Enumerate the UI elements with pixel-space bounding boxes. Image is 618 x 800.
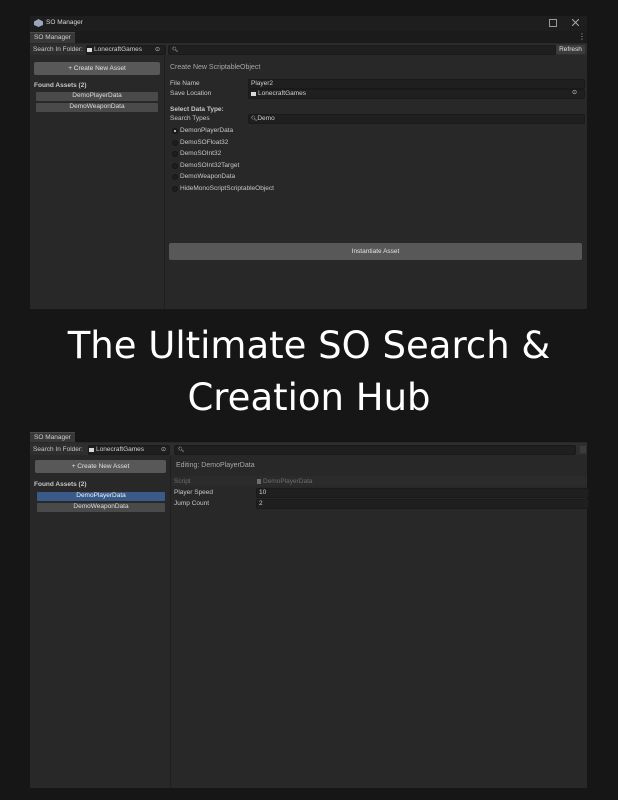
type-option-label: DemoSOInt32Target bbox=[180, 161, 240, 169]
search-icon: 🔍︎ bbox=[172, 47, 179, 53]
search-input[interactable]: 🔍︎ bbox=[174, 445, 576, 455]
search-folder-label: Search In Folder: bbox=[33, 46, 83, 53]
search-icon: 🔍︎ bbox=[178, 447, 185, 453]
folder-value: LonecraftGames bbox=[94, 46, 143, 53]
found-assets-label: Found Assets (2) bbox=[34, 82, 87, 89]
folder-value: LonecraftGames bbox=[96, 446, 145, 453]
so-manager-window-edit: Search In Folder: LonecraftGames ⊙ 🔍︎ + … bbox=[30, 442, 589, 788]
asset-item[interactable]: DemoPlayerData bbox=[36, 92, 158, 101]
so-manager-window-create: SO Manager SO Manager ⋮ Search In Folder… bbox=[30, 16, 587, 309]
property-row: Jump Count 2 bbox=[172, 498, 589, 509]
asset-item[interactable]: DemoWeaponData bbox=[36, 103, 158, 112]
save-location-label: Save Location bbox=[170, 90, 212, 97]
type-option[interactable]: DemonPlayerData bbox=[172, 127, 472, 136]
file-name-input[interactable]: Player2 bbox=[248, 79, 585, 89]
type-option[interactable]: DemoSOInt32 bbox=[172, 150, 472, 159]
asset-item-selected[interactable]: DemoPlayerData bbox=[37, 492, 165, 501]
create-new-asset-button[interactable]: + Create New Asset bbox=[34, 62, 160, 75]
unity-icon bbox=[34, 19, 43, 27]
search-folder-label: Search In Folder: bbox=[33, 446, 83, 453]
type-option[interactable]: DemoSOInt32Target bbox=[172, 162, 472, 171]
select-data-type-label: Select Data Type: bbox=[170, 106, 224, 113]
instantiate-asset-button[interactable]: Instantiate Asset bbox=[169, 243, 582, 260]
asset-item[interactable]: DemoWeaponData bbox=[37, 503, 165, 512]
folder-field[interactable]: LonecraftGames bbox=[86, 45, 166, 55]
type-option-label: DemoSOInt32 bbox=[180, 150, 222, 158]
tab-strip-2: SO Manager bbox=[30, 432, 587, 442]
target-icon[interactable]: ⊙ bbox=[572, 89, 577, 96]
player-speed-input[interactable]: 10 bbox=[256, 488, 589, 498]
refresh-button[interactable] bbox=[580, 446, 586, 453]
jump-count-input[interactable]: 2 bbox=[256, 499, 589, 509]
found-assets-label: Found Assets (2) bbox=[34, 481, 87, 488]
tab-strip: SO Manager ⋮ bbox=[30, 31, 587, 43]
maximize-icon[interactable] bbox=[549, 19, 557, 27]
panel-divider bbox=[170, 456, 171, 788]
search-types-input[interactable]: 🔍︎Demo bbox=[248, 114, 585, 124]
folder-icon bbox=[87, 47, 92, 52]
target-icon[interactable]: ⊙ bbox=[155, 46, 160, 53]
player-speed-label: Player Speed bbox=[174, 489, 214, 496]
more-options-icon[interactable]: ⋮ bbox=[578, 33, 586, 41]
script-label: Script bbox=[174, 478, 191, 485]
script-value: DemoPlayerData bbox=[257, 478, 313, 485]
type-option-label: DemoWeaponData bbox=[180, 173, 236, 181]
toolbar: Search In Folder: LonecraftGames ⊙ 🔍︎ Re… bbox=[30, 44, 587, 55]
refresh-button[interactable]: Refresh bbox=[556, 45, 585, 54]
toolbar: Search In Folder: LonecraftGames ⊙ 🔍︎ bbox=[30, 443, 587, 455]
title-bar: SO Manager bbox=[30, 16, 587, 31]
save-location-value: LonecraftGames bbox=[258, 90, 307, 97]
file-name-label: File Name bbox=[170, 80, 200, 87]
type-option[interactable]: HideMonoScriptScriptableObject bbox=[172, 185, 472, 194]
jump-count-label: Jump Count bbox=[174, 500, 210, 507]
type-option-label: DemonPlayerData bbox=[180, 127, 234, 134]
property-row: Script DemoPlayerData bbox=[172, 476, 587, 486]
tab-so-manager[interactable]: SO Manager bbox=[30, 432, 75, 442]
target-icon[interactable]: ⊙ bbox=[161, 446, 166, 453]
window-title: SO Manager bbox=[46, 19, 83, 26]
search-types-label: Search Types bbox=[170, 115, 210, 122]
editing-heading: Editing: DemoPlayerData bbox=[176, 462, 255, 469]
script-value-text: DemoPlayerData bbox=[263, 478, 313, 485]
hero-title-line2: Creation Hub bbox=[187, 376, 431, 419]
radio-button[interactable] bbox=[172, 139, 178, 146]
type-option[interactable]: DemoSOFloat32 bbox=[172, 139, 472, 148]
radio-button[interactable] bbox=[172, 162, 178, 169]
close-icon[interactable] bbox=[572, 19, 579, 26]
type-option-label: HideMonoScriptScriptableObject bbox=[180, 185, 274, 192]
property-row: Player Speed 10 bbox=[172, 487, 589, 498]
save-location-field[interactable]: LonecraftGames bbox=[248, 89, 585, 99]
create-new-asset-button[interactable]: + Create New Asset bbox=[35, 460, 166, 473]
panel-divider bbox=[164, 56, 165, 309]
hero-title-line1: The Ultimate SO Search & bbox=[67, 324, 551, 367]
section-heading: Create New ScriptableObject bbox=[170, 64, 261, 71]
radio-button[interactable] bbox=[172, 186, 178, 192]
script-icon bbox=[257, 478, 261, 484]
type-option[interactable]: DemoWeaponData bbox=[172, 173, 472, 182]
folder-field[interactable]: LonecraftGames bbox=[88, 445, 170, 455]
radio-button[interactable] bbox=[172, 151, 178, 158]
radio-button[interactable] bbox=[172, 128, 178, 134]
folder-icon bbox=[251, 91, 256, 96]
folder-icon bbox=[89, 447, 94, 452]
type-radio-list: DemonPlayerData DemoSOFloat32 DemoSOInt32 D… bbox=[172, 127, 472, 199]
search-types-value: Demo bbox=[257, 115, 275, 122]
tab-so-manager[interactable]: SO Manager bbox=[30, 32, 75, 43]
radio-button[interactable] bbox=[172, 174, 178, 181]
type-option-label: DemoSOFloat32 bbox=[180, 138, 229, 146]
search-input[interactable]: 🔍︎ bbox=[168, 45, 556, 55]
